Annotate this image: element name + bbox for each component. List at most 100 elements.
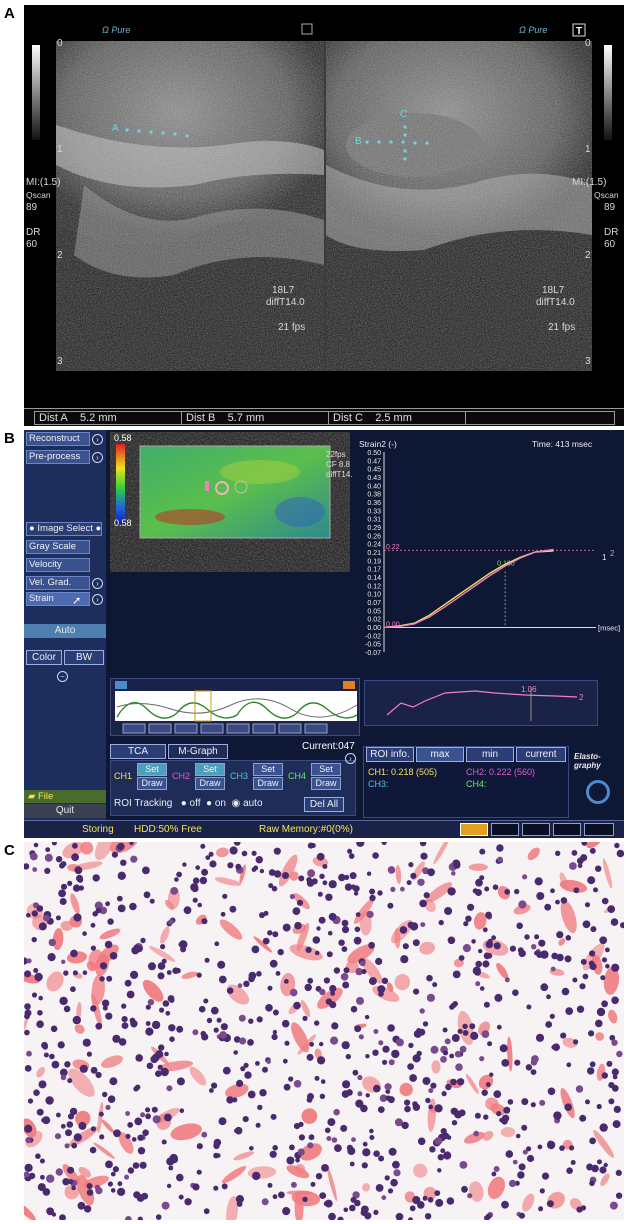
- lymphocyte: [426, 993, 435, 1002]
- lymphocyte: [373, 1209, 379, 1215]
- lymphocyte: [83, 1205, 92, 1213]
- lymphocyte: [121, 1003, 127, 1009]
- mgraph-tab[interactable]: M-Graph: [168, 744, 228, 759]
- roi-on-radio[interactable]: ● on: [206, 798, 226, 809]
- roi-max-tab[interactable]: max: [416, 747, 464, 762]
- lymphocyte: [42, 1188, 51, 1196]
- lymphocyte: [607, 905, 616, 913]
- ch1-set-button[interactable]: Set: [137, 763, 167, 776]
- lymphocyte: [67, 1166, 75, 1174]
- lymphocyte: [60, 1074, 67, 1081]
- bw-tab[interactable]: BW: [64, 650, 104, 665]
- lymphocyte: [427, 1197, 434, 1203]
- roi-auto-radio[interactable]: ◉ auto: [232, 798, 263, 809]
- lymphocyte: [560, 897, 568, 904]
- lymphocyte: [213, 1138, 222, 1147]
- lymphocyte: [105, 1104, 111, 1110]
- file-button[interactable]: ▰ File: [24, 790, 106, 803]
- lymphocyte: [484, 886, 490, 892]
- lymphocyte: [591, 1164, 599, 1173]
- lymphocyte: [455, 1063, 463, 1071]
- storage-slot-3[interactable]: [522, 823, 550, 836]
- quit-button[interactable]: Quit: [24, 804, 106, 818]
- y-tick-label: 0.33: [367, 508, 381, 515]
- storage-slot-1[interactable]: [460, 823, 488, 836]
- lymphocyte: [576, 1005, 585, 1013]
- lymphocyte: [60, 883, 68, 890]
- vel-grad-button[interactable]: Vel. Grad.: [26, 576, 90, 590]
- ch3-draw-button[interactable]: Draw: [253, 777, 283, 790]
- preprocess-button[interactable]: Pre-process: [26, 450, 90, 464]
- roi-min-tab[interactable]: min: [466, 747, 514, 762]
- lymphocyte: [294, 921, 302, 930]
- lymphocyte: [142, 1129, 149, 1136]
- roi-off-radio[interactable]: ● off: [181, 798, 201, 809]
- lymphocyte: [326, 1136, 332, 1141]
- lymphocyte: [65, 1129, 72, 1137]
- lymphocyte: [170, 1156, 178, 1164]
- lymphocyte: [608, 1082, 615, 1089]
- ch4-draw-button[interactable]: Draw: [311, 777, 341, 790]
- lymphocyte: [537, 1144, 543, 1150]
- lymphocyte: [184, 1198, 192, 1206]
- color-tab[interactable]: Color: [26, 650, 62, 665]
- strain-arrow-icon[interactable]: ›: [92, 594, 103, 605]
- reconstruct-arrow-icon[interactable]: ›: [92, 434, 103, 445]
- lymphocyte: [526, 1004, 532, 1010]
- reconstruct-button[interactable]: Reconstruct: [26, 432, 90, 446]
- tca-tab[interactable]: TCA: [110, 744, 166, 759]
- preprocess-arrow-icon[interactable]: ›: [92, 452, 103, 463]
- lymphocyte: [127, 1167, 135, 1174]
- lymphocyte: [550, 966, 556, 972]
- lymphocyte: [368, 941, 375, 949]
- storage-slot-4[interactable]: [553, 823, 581, 836]
- probe-label-left: 18L7: [272, 285, 295, 296]
- lymphocyte: [573, 1039, 579, 1045]
- lymphocyte: [322, 864, 328, 869]
- channel-expand-icon[interactable]: ›: [345, 753, 356, 764]
- roi-current-tab[interactable]: current: [516, 747, 566, 762]
- strain-plot: 0.500.47 0.450.430.40 0.380.360.33 0.310.29…: [365, 450, 620, 657]
- lymphocyte: [255, 856, 263, 864]
- lymphocyte: [120, 859, 127, 866]
- lymphocyte: [491, 1171, 497, 1177]
- lymphocyte: [72, 1015, 81, 1025]
- lymphocyte: [220, 911, 226, 917]
- ch3-set-button[interactable]: Set: [253, 763, 283, 776]
- y-tick-label: 0.10: [367, 592, 381, 599]
- velocity-button[interactable]: Velocity: [26, 558, 90, 572]
- ch1-draw-button[interactable]: Draw: [137, 777, 167, 790]
- lymphocyte: [373, 1029, 379, 1034]
- lymphocyte: [410, 872, 417, 879]
- ch2-set-button[interactable]: Set: [195, 763, 225, 776]
- vel-grad-arrow-icon[interactable]: ›: [92, 578, 103, 589]
- ch4-set-button[interactable]: Set: [311, 763, 341, 776]
- lymphocyte: [24, 1013, 30, 1020]
- color-collapse-icon[interactable]: −: [57, 671, 68, 682]
- auto-button[interactable]: Auto: [24, 624, 106, 638]
- lymphocyte: [329, 984, 337, 993]
- lymphocyte: [508, 1179, 517, 1187]
- lymphocyte: [430, 1045, 439, 1054]
- del-all-button[interactable]: Del All: [304, 797, 344, 812]
- lymphocyte: [233, 1050, 238, 1055]
- lymphocyte: [221, 1183, 228, 1190]
- lymphocyte: [241, 850, 248, 857]
- lymphocyte: [155, 1214, 162, 1220]
- lymphocyte: [174, 877, 179, 882]
- storage-slot-5[interactable]: [584, 823, 614, 836]
- lymphocyte: [350, 884, 356, 890]
- lymphocyte: [413, 988, 420, 995]
- gray-scale-button[interactable]: Gray Scale: [26, 540, 90, 554]
- image-select-button[interactable]: ● Image Select ●: [26, 522, 102, 536]
- storage-slot-2[interactable]: [491, 823, 519, 836]
- ch2-draw-button[interactable]: Draw: [195, 777, 225, 790]
- elasto-fps: 22fps: [326, 450, 346, 459]
- lymphocyte: [25, 1137, 32, 1144]
- frame-strip: [110, 678, 360, 736]
- lymphocyte: [387, 866, 396, 874]
- lymphocyte: [59, 898, 67, 905]
- lymphocyte: [342, 981, 350, 989]
- lymphocyte: [373, 1150, 380, 1157]
- roi-info-tab[interactable]: ROI info.: [366, 747, 414, 762]
